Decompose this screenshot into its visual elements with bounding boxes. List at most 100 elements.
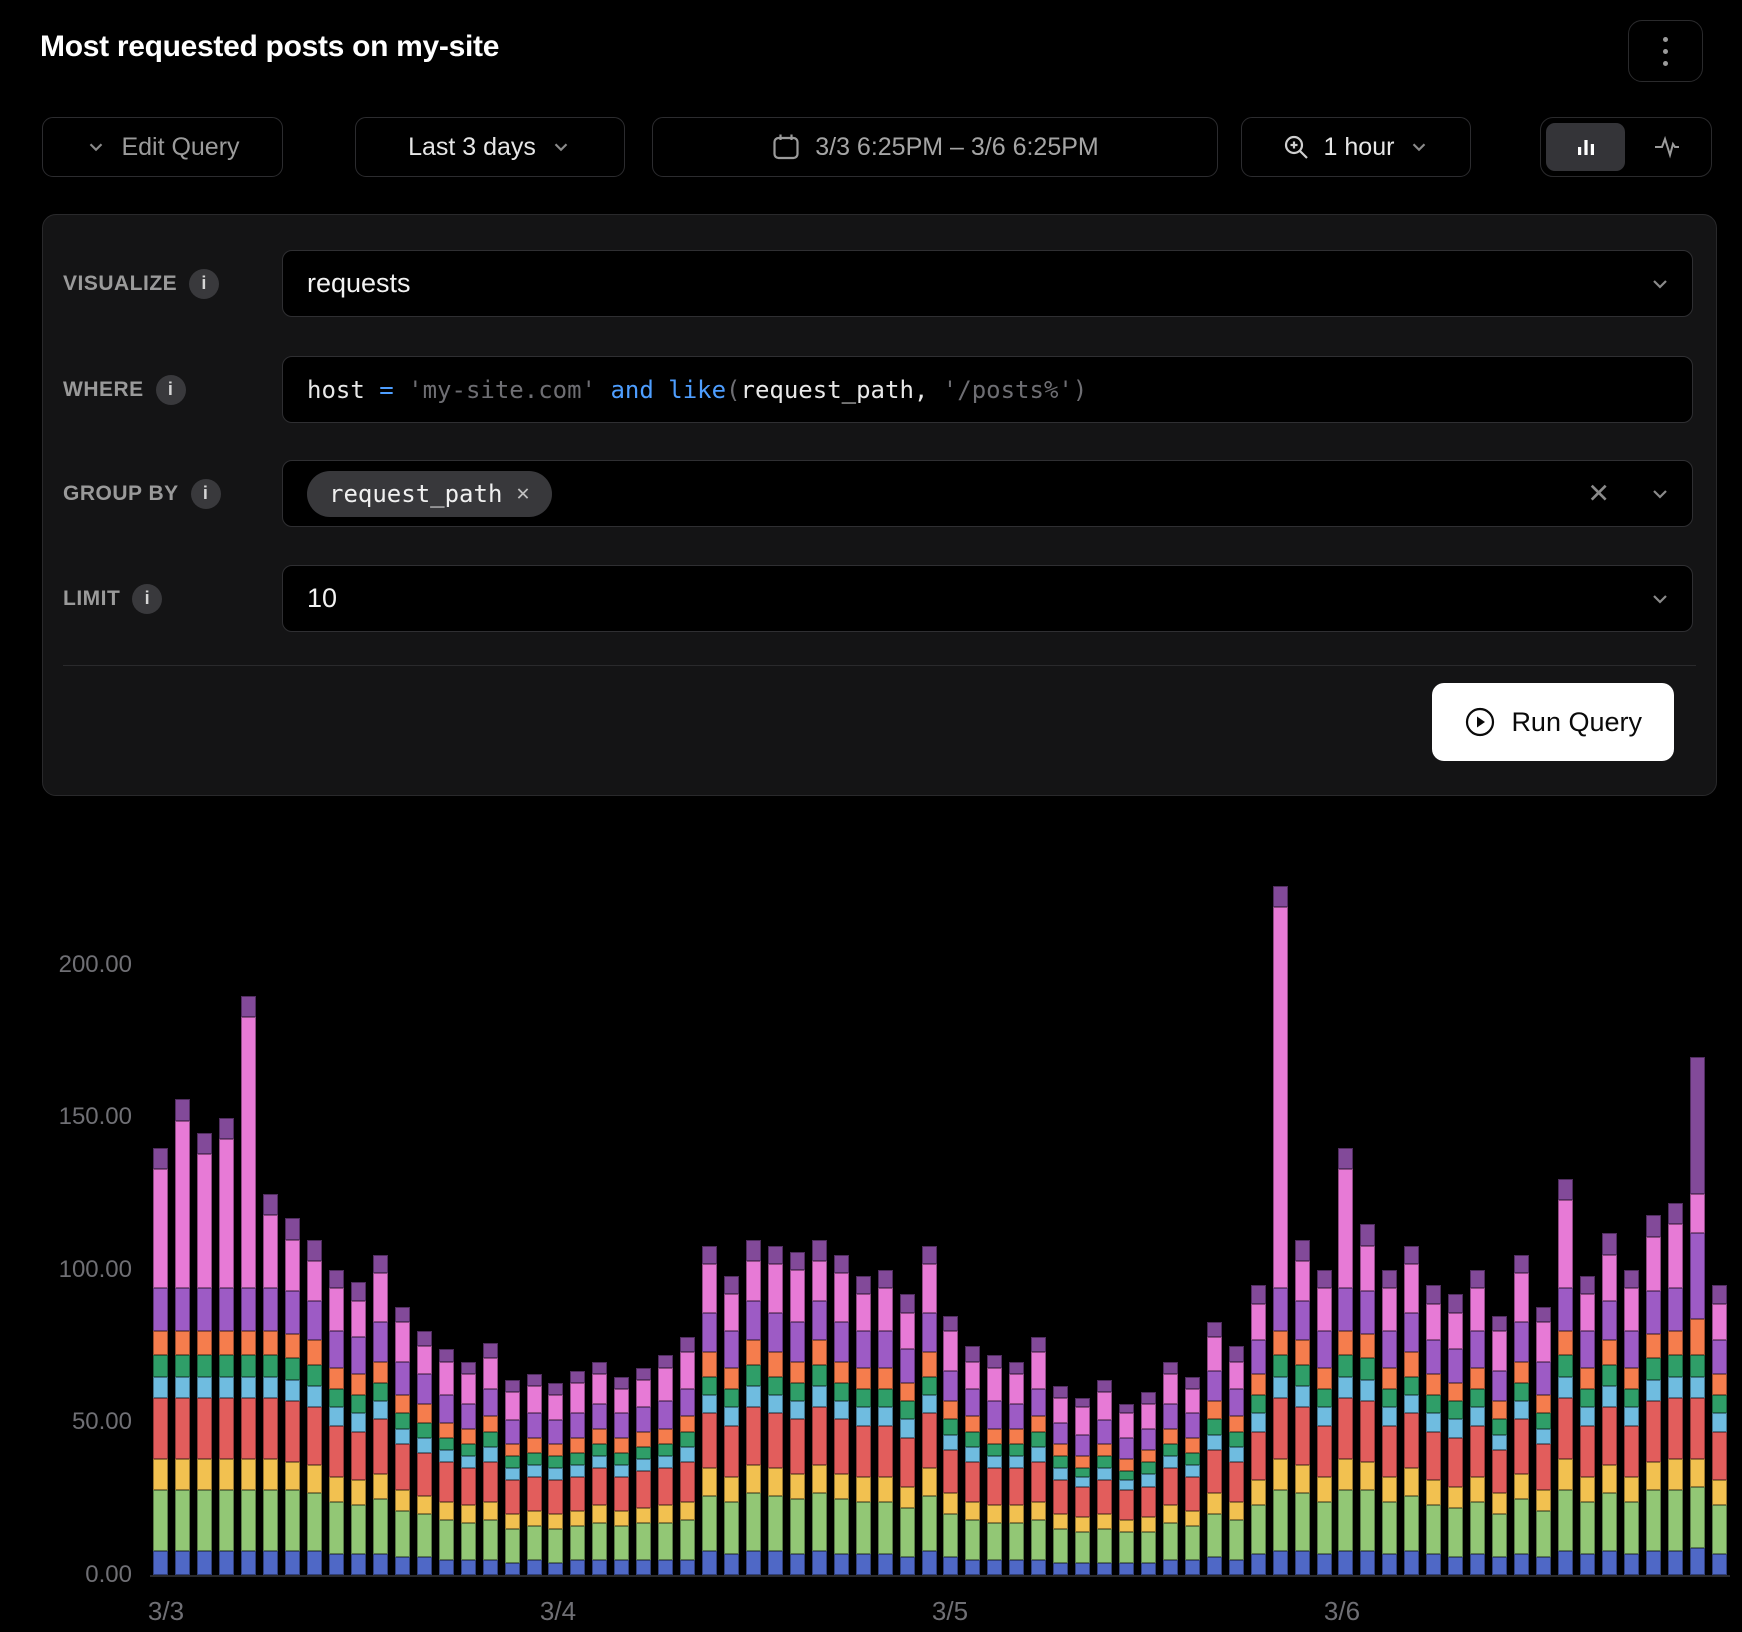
bar[interactable]: [1448, 1294, 1463, 1575]
bar[interactable]: [175, 1099, 190, 1575]
group-by-chip[interactable]: request_path ✕: [307, 471, 552, 517]
info-icon[interactable]: i: [132, 584, 162, 614]
bar[interactable]: [1295, 1240, 1310, 1575]
bar[interactable]: [1097, 1380, 1112, 1575]
bar-segment: [439, 1462, 454, 1502]
bar[interactable]: [724, 1276, 739, 1575]
bar[interactable]: [987, 1355, 1002, 1575]
bar[interactable]: [307, 1240, 322, 1575]
bar[interactable]: [1207, 1322, 1222, 1575]
bar[interactable]: [197, 1133, 212, 1575]
bar[interactable]: [856, 1276, 871, 1575]
bar[interactable]: [1185, 1377, 1200, 1575]
run-query-button[interactable]: Run Query: [1432, 683, 1674, 761]
bar[interactable]: [1075, 1398, 1090, 1575]
bar[interactable]: [834, 1255, 849, 1575]
clear-icon[interactable]: ✕: [1587, 480, 1610, 507]
bar[interactable]: [768, 1246, 783, 1575]
bar[interactable]: [1163, 1362, 1178, 1575]
bar[interactable]: [900, 1294, 915, 1575]
more-menu-button[interactable]: [1628, 20, 1703, 82]
bar[interactable]: [483, 1343, 498, 1575]
bar[interactable]: [636, 1368, 651, 1575]
bar[interactable]: [1404, 1246, 1419, 1575]
bar[interactable]: [658, 1355, 673, 1575]
bar[interactable]: [153, 1148, 168, 1575]
bar[interactable]: [241, 996, 256, 1575]
bar[interactable]: [922, 1246, 937, 1575]
bar[interactable]: [1558, 1179, 1573, 1575]
bar[interactable]: [1229, 1346, 1244, 1575]
bar-segment: [1712, 1340, 1727, 1374]
bar-segment: [439, 1520, 454, 1560]
visualize-select[interactable]: requests: [282, 250, 1693, 317]
line-chart-toggle[interactable]: [1627, 123, 1706, 171]
date-range-button[interactable]: 3/3 6:25PM – 3/6 6:25PM: [652, 117, 1218, 177]
bar[interactable]: [1009, 1362, 1024, 1575]
group-by-select[interactable]: request_path ✕ ✕: [282, 460, 1693, 527]
bar[interactable]: [878, 1270, 893, 1575]
bar[interactable]: [417, 1331, 432, 1575]
bar-chart-toggle[interactable]: [1546, 123, 1625, 171]
bar[interactable]: [943, 1316, 958, 1575]
bar[interactable]: [1690, 1057, 1705, 1575]
bar[interactable]: [1031, 1337, 1046, 1575]
bar[interactable]: [680, 1337, 695, 1575]
bar[interactable]: [351, 1282, 366, 1575]
bar[interactable]: [527, 1374, 542, 1575]
bar[interactable]: [395, 1307, 410, 1575]
bar[interactable]: [1426, 1285, 1441, 1575]
bar[interactable]: [373, 1255, 388, 1575]
close-icon[interactable]: ✕: [516, 481, 529, 506]
bar[interactable]: [505, 1380, 520, 1575]
bar-segment: [724, 1331, 739, 1368]
bar-segment: [1317, 1426, 1332, 1478]
bar[interactable]: [570, 1371, 585, 1575]
bar[interactable]: [1712, 1285, 1727, 1575]
bar[interactable]: [1536, 1307, 1551, 1575]
bar-segment: [1668, 1377, 1683, 1398]
bar[interactable]: [263, 1194, 278, 1575]
bar[interactable]: [702, 1246, 717, 1575]
bar[interactable]: [1470, 1270, 1485, 1575]
bar[interactable]: [1624, 1270, 1639, 1575]
bar[interactable]: [1514, 1255, 1529, 1575]
bar[interactable]: [1338, 1148, 1353, 1575]
bar[interactable]: [1053, 1386, 1068, 1575]
where-expression: host = 'my-site.com' and like(request_pa…: [307, 376, 1087, 404]
bar[interactable]: [329, 1270, 344, 1575]
bar[interactable]: [592, 1362, 607, 1575]
info-icon[interactable]: i: [156, 375, 186, 405]
limit-select[interactable]: 10: [282, 565, 1693, 632]
zoom-interval-select[interactable]: 1 hour: [1241, 117, 1471, 177]
bar[interactable]: [614, 1377, 629, 1575]
bar[interactable]: [1668, 1203, 1683, 1575]
bar[interactable]: [1646, 1215, 1661, 1575]
bar[interactable]: [1602, 1233, 1617, 1575]
bar[interactable]: [746, 1240, 761, 1575]
info-icon[interactable]: i: [191, 479, 221, 509]
bar[interactable]: [285, 1218, 300, 1575]
bar[interactable]: [1492, 1316, 1507, 1575]
bar[interactable]: [461, 1362, 476, 1575]
bar-segment: [1514, 1255, 1529, 1273]
bar[interactable]: [1119, 1404, 1134, 1575]
bar[interactable]: [1580, 1276, 1595, 1575]
bar[interactable]: [965, 1346, 980, 1575]
bar[interactable]: [548, 1383, 563, 1575]
time-range-select[interactable]: Last 3 days: [355, 117, 625, 177]
bar[interactable]: [1317, 1270, 1332, 1575]
bar[interactable]: [1273, 886, 1288, 1575]
bar[interactable]: [439, 1349, 454, 1575]
bar[interactable]: [790, 1252, 805, 1575]
where-input[interactable]: host = 'my-site.com' and like(request_pa…: [282, 356, 1693, 423]
edit-query-button[interactable]: Edit Query: [42, 117, 283, 177]
bar-segment: [1470, 1407, 1485, 1425]
bar[interactable]: [219, 1118, 234, 1575]
info-icon[interactable]: i: [189, 269, 219, 299]
bar[interactable]: [1251, 1285, 1266, 1575]
bar[interactable]: [1360, 1224, 1375, 1575]
bar[interactable]: [812, 1240, 827, 1575]
bar[interactable]: [1141, 1392, 1156, 1575]
bar[interactable]: [1382, 1270, 1397, 1575]
